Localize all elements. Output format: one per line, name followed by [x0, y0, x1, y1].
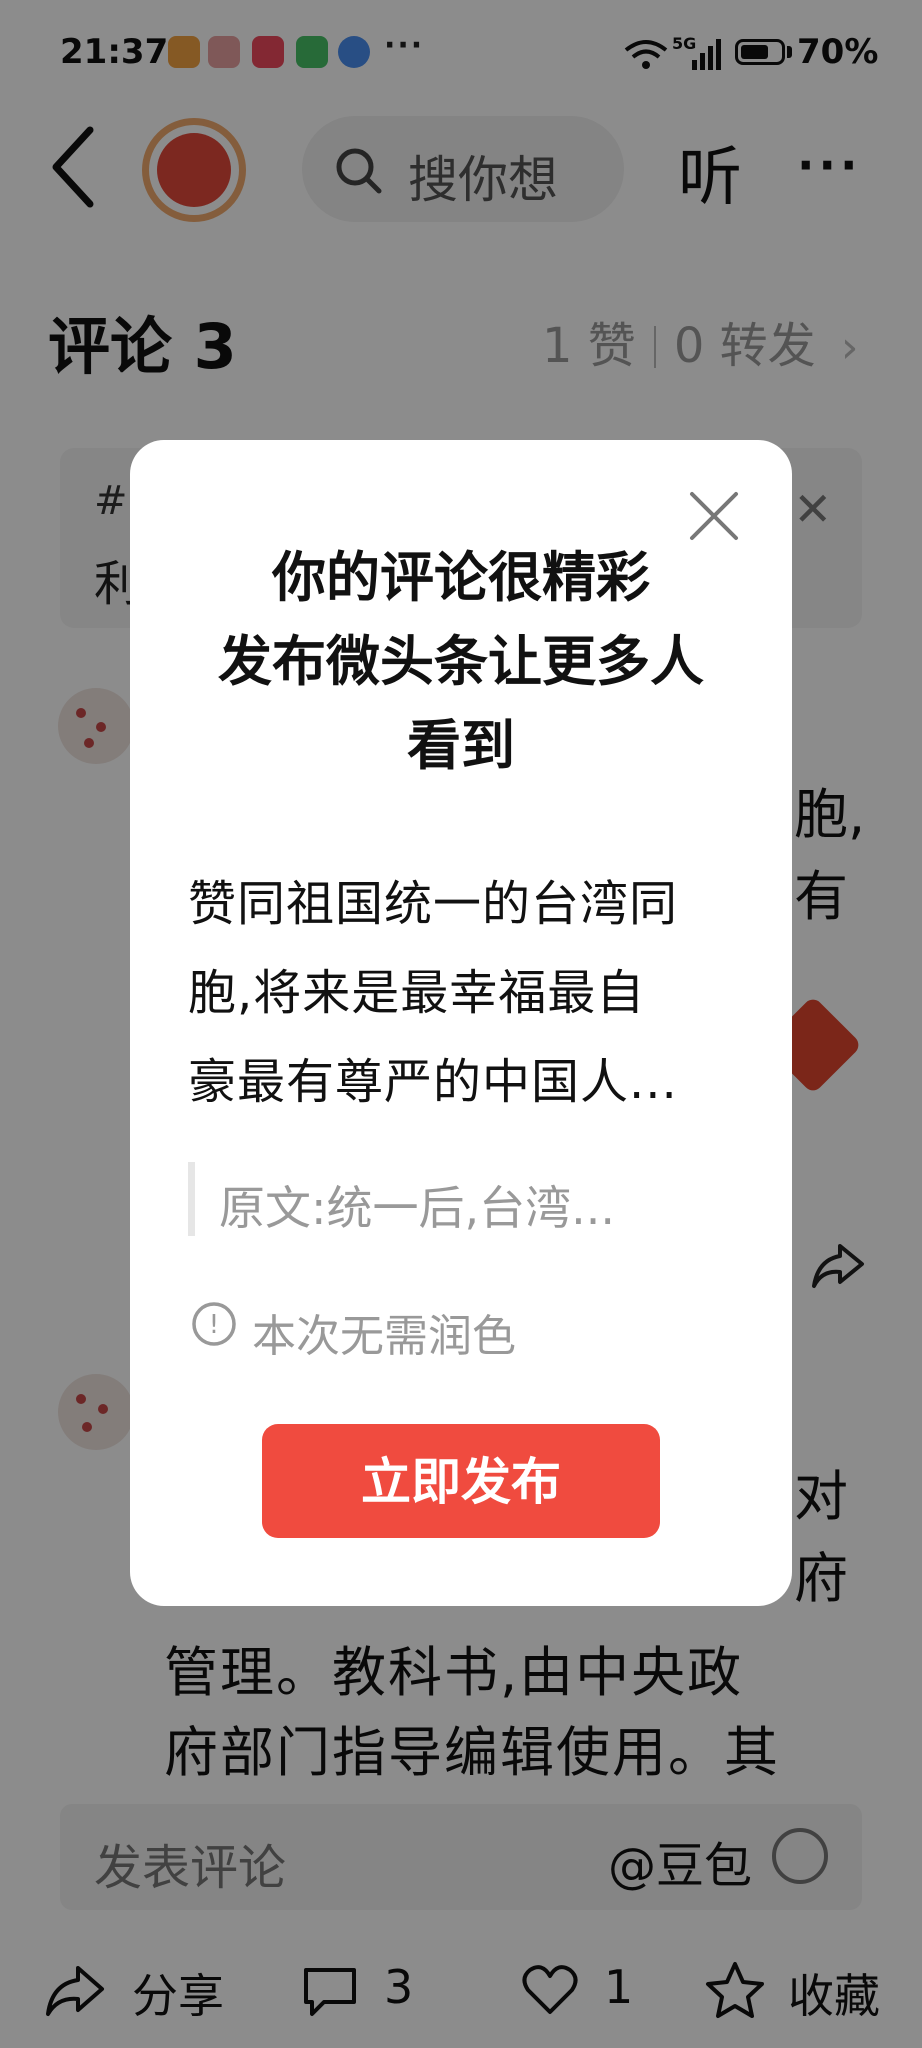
info-icon: ! [192, 1302, 236, 1346]
original-quote-text: 原文:统一后,台湾... [219, 1181, 615, 1235]
close-button[interactable] [688, 490, 740, 542]
svg-text:!: ! [209, 1310, 219, 1340]
close-icon [690, 492, 738, 540]
dialog-title-line: 发布微头条让更多人 [218, 630, 704, 693]
polish-info: ! 本次无需润色 [190, 1300, 516, 1362]
comment-preview-line: 豪最有尊严的中国人... [188, 1054, 678, 1110]
comment-preview-line: 胞,将来是最幸福最自 [188, 965, 646, 1021]
publish-now-button[interactable]: 立即发布 [262, 1424, 660, 1538]
dialog-title-line: 你的评论很精彩 [272, 546, 650, 609]
publish-dialog: 你的评论很精彩 发布微头条让更多人 看到 赞同祖国统一的台湾同 胞,将来是最幸福… [130, 440, 792, 1606]
comment-preview-line: 赞同祖国统一的台湾同 [188, 876, 679, 932]
original-quote: 原文:统一后,台湾... [188, 1162, 735, 1236]
dialog-title-line: 看到 [407, 714, 515, 777]
polish-info-text: 本次无需润色 [252, 1311, 516, 1362]
